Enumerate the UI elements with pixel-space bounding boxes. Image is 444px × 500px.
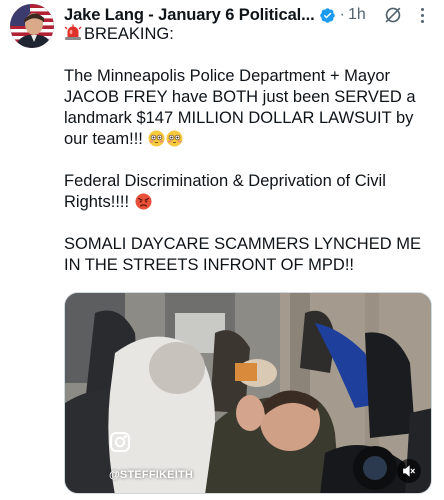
paragraph-lawsuit: The Minneapolis Police Department + Mayo… <box>64 66 426 150</box>
author-name[interactable]: Jake Lang - January 6 Political... <box>64 6 315 25</box>
more-options-icon[interactable] <box>420 4 426 26</box>
post-time[interactable]: 1h <box>348 6 366 24</box>
instagram-icon <box>109 431 131 453</box>
paragraph-civil-rights: Federal Discrimination & Deprivation of … <box>64 171 426 213</box>
breaking-line: BREAKING: <box>64 24 426 45</box>
flushed-face-emoji-icon <box>148 130 165 147</box>
siren-emoji-icon <box>64 24 82 41</box>
author-avatar[interactable] <box>10 4 54 48</box>
paragraph-claim: SOMALI DAYCARE SCAMMERS LYNCHED ME IN TH… <box>64 235 421 274</box>
paragraph-civil-rights-text: Federal Discrimination & Deprivation of … <box>64 172 386 211</box>
video-player[interactable]: @STEFFIKEITH <box>64 292 432 494</box>
video-frame <box>65 293 431 493</box>
breaking-text: BREAKING: <box>84 25 174 43</box>
speaker-muted-icon[interactable] <box>397 459 421 483</box>
grok-icon[interactable] <box>382 4 404 26</box>
tweet-text: BREAKING: The Minneapolis Police Departm… <box>64 24 426 276</box>
flushed-face-emoji-icon <box>166 130 183 147</box>
verified-badge-icon <box>319 7 336 24</box>
angry-face-emoji-icon <box>135 193 152 210</box>
time-separator: · <box>339 6 345 23</box>
video-watermark: @STEFFIKEITH <box>109 469 194 481</box>
tweet-header: Jake Lang - January 6 Political... · 1h <box>64 4 438 26</box>
paragraph-lawsuit-text: The Minneapolis Police Department + Mayo… <box>64 67 416 148</box>
